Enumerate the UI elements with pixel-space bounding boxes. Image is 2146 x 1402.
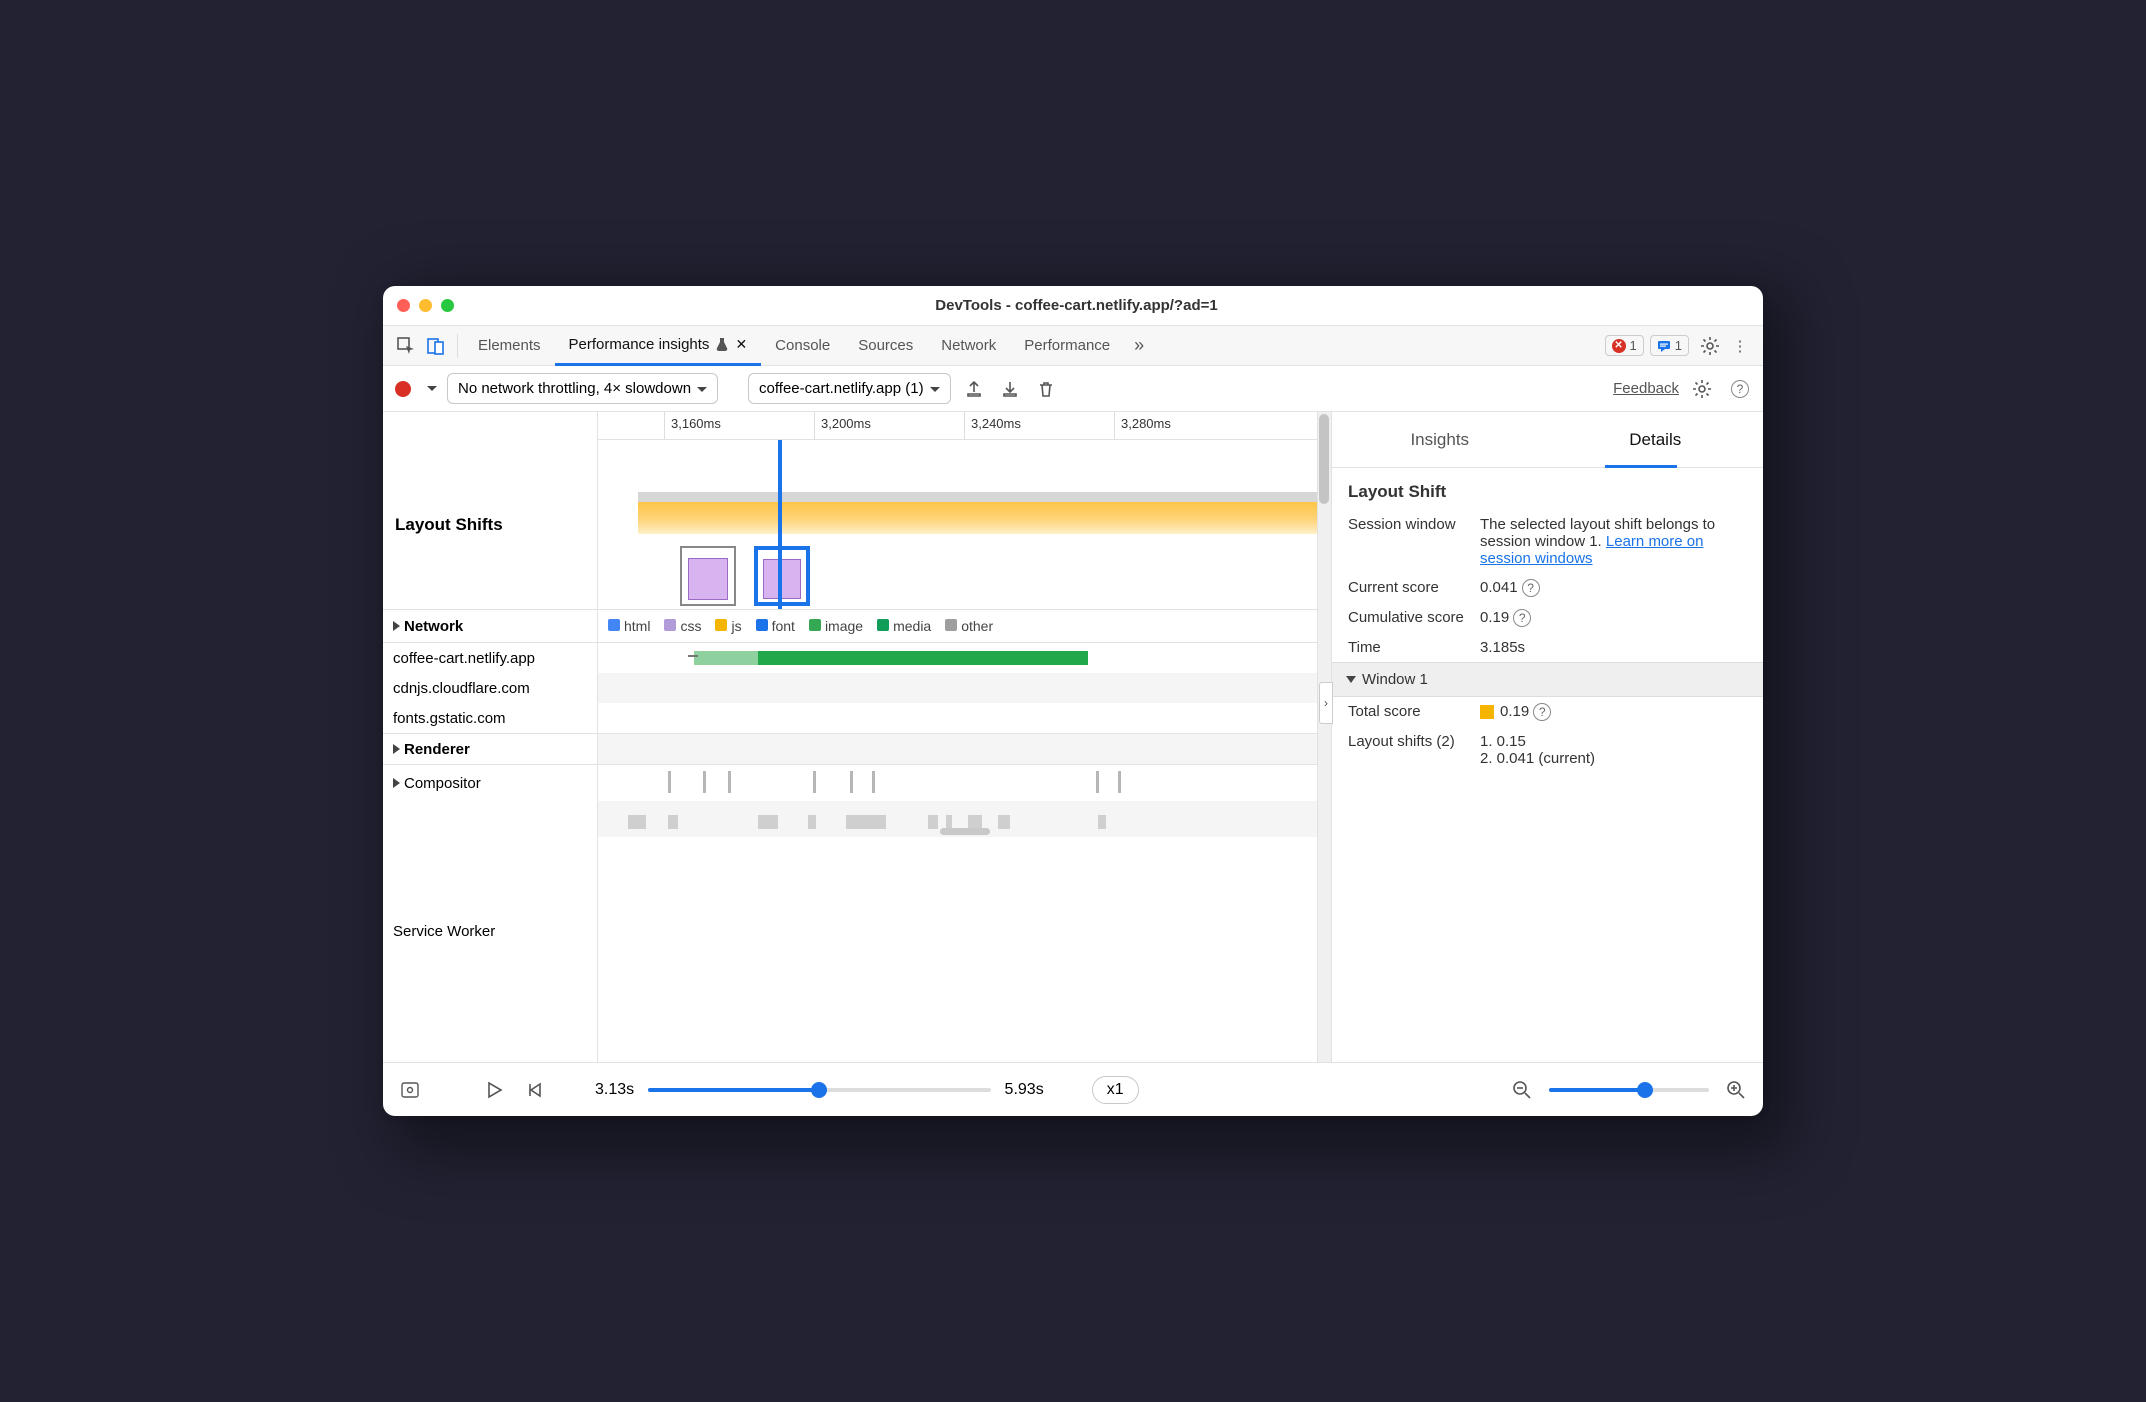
details-panel: › Insights Details Layout Shift Session … <box>1331 412 1763 1062</box>
network-track-toggle[interactable]: Network <box>383 610 598 642</box>
help-icon[interactable]: ? <box>1533 703 1551 721</box>
disclosure-triangle-icon <box>393 621 400 631</box>
playhead[interactable] <box>778 440 782 609</box>
details-title: Layout Shift <box>1332 468 1763 510</box>
service-worker-track[interactable] <box>598 801 1331 837</box>
zoom-slider[interactable] <box>1549 1088 1709 1092</box>
play-icon[interactable] <box>481 1077 507 1103</box>
close-tab-button[interactable]: ✕ <box>735 336 747 353</box>
tab-console[interactable]: Console <box>761 326 844 366</box>
device-toolbar-icon[interactable] <box>421 331 451 361</box>
record-button[interactable] <box>395 381 411 397</box>
page-selector-dropdown[interactable]: coffee-cart.netlify.app (1) <box>748 373 951 404</box>
tab-elements[interactable]: Elements <box>464 326 555 366</box>
export-icon[interactable] <box>961 376 987 402</box>
help-icon[interactable]: ? <box>1725 376 1751 402</box>
inspect-element-icon[interactable] <box>391 331 421 361</box>
flask-icon <box>715 337 729 351</box>
tab-sources[interactable]: Sources <box>844 326 927 366</box>
content-area: 3,160ms 3,200ms 3,240ms 3,280ms Layout S… <box>383 412 1763 1062</box>
rewind-icon[interactable] <box>521 1077 547 1103</box>
renderer-track-toggle[interactable]: Renderer <box>383 734 598 764</box>
compositor-track-toggle[interactable]: Compositor <box>383 765 598 801</box>
tab-performance[interactable]: Performance <box>1010 326 1124 366</box>
tab-insights[interactable]: Insights <box>1332 412 1548 467</box>
window-title: DevTools - coffee-cart.netlify.app/?ad=1 <box>454 297 1699 314</box>
zoom-in-icon[interactable] <box>1723 1077 1749 1103</box>
devtools-window: DevTools - coffee-cart.netlify.app/?ad=1… <box>383 286 1763 1116</box>
time-start-label: 3.13s <box>595 1081 634 1099</box>
error-badge[interactable]: ✕1 <box>1605 335 1644 356</box>
more-tabs-button[interactable]: » <box>1124 331 1154 361</box>
time-end-label: 5.93s <box>1005 1081 1044 1099</box>
throttling-dropdown[interactable]: No network throttling, 4× slowdown <box>447 373 718 404</box>
disclosure-triangle-icon <box>393 778 400 788</box>
tab-details[interactable]: Details <box>1548 412 1764 467</box>
network-domain-row[interactable]: fonts.gstatic.com <box>383 703 598 733</box>
compositor-track[interactable] <box>598 765 1331 801</box>
devtools-tabbar: Elements Performance insights ✕ Console … <box>383 326 1763 366</box>
settings-icon[interactable] <box>1695 331 1725 361</box>
layout-shift-item[interactable]: 1. 0.15 <box>1480 733 1747 750</box>
time-slider[interactable] <box>648 1088 990 1092</box>
window-section-toggle[interactable]: Window 1 <box>1332 662 1763 697</box>
score-swatch-icon <box>1480 705 1494 719</box>
vertical-scrollbar-thumb[interactable] <box>1319 414 1329 504</box>
kebab-menu-icon[interactable]: ⋮ <box>1725 331 1755 361</box>
horizontal-scrollbar-thumb[interactable] <box>940 828 990 835</box>
layout-shifts-track-label: Layout Shifts <box>383 440 598 609</box>
minimize-window-button[interactable] <box>419 299 432 312</box>
disclosure-triangle-icon <box>393 744 400 754</box>
record-options-dropdown[interactable] <box>421 380 437 397</box>
help-icon[interactable]: ? <box>1522 579 1540 597</box>
playback-speed-button[interactable]: x1 <box>1092 1076 1139 1104</box>
tab-performance-insights[interactable]: Performance insights ✕ <box>555 326 762 366</box>
layout-shift-thumbnail[interactable] <box>680 546 736 606</box>
close-window-button[interactable] <box>397 299 410 312</box>
network-domain-row[interactable]: coffee-cart.netlify.app <box>383 643 598 673</box>
network-legend: html css js font image media other <box>598 610 1331 642</box>
layout-shift-thumbnail-selected[interactable] <box>754 546 810 606</box>
playback-footer: 3.13s 5.93s x1 <box>383 1062 1763 1116</box>
insights-toolbar: No network throttling, 4× slowdown coffe… <box>383 366 1763 412</box>
network-domain-row[interactable]: cdnjs.cloudflare.com <box>383 673 598 703</box>
service-worker-track-label: Service Worker <box>383 801 598 1062</box>
panel-collapse-handle[interactable]: › <box>1319 682 1333 724</box>
zoom-out-icon[interactable] <box>1509 1077 1535 1103</box>
tab-network[interactable]: Network <box>927 326 1010 366</box>
titlebar: DevTools - coffee-cart.netlify.app/?ad=1 <box>383 286 1763 326</box>
disclosure-triangle-down-icon <box>1346 676 1356 683</box>
help-icon[interactable]: ? <box>1513 609 1531 627</box>
maximize-window-button[interactable] <box>441 299 454 312</box>
toggle-screenshot-icon[interactable] <box>397 1077 423 1103</box>
feedback-link[interactable]: Feedback <box>1613 380 1679 397</box>
layout-shift-item[interactable]: 2. 0.041 (current) <box>1480 750 1747 767</box>
settings-gear-icon[interactable] <box>1689 376 1715 402</box>
issues-badge[interactable]: 1 <box>1650 335 1689 356</box>
delete-icon[interactable] <box>1033 376 1059 402</box>
import-icon[interactable] <box>997 376 1023 402</box>
time-ruler: 3,160ms 3,200ms 3,240ms 3,280ms <box>598 412 1331 440</box>
layout-shifts-track[interactable] <box>598 440 1331 609</box>
